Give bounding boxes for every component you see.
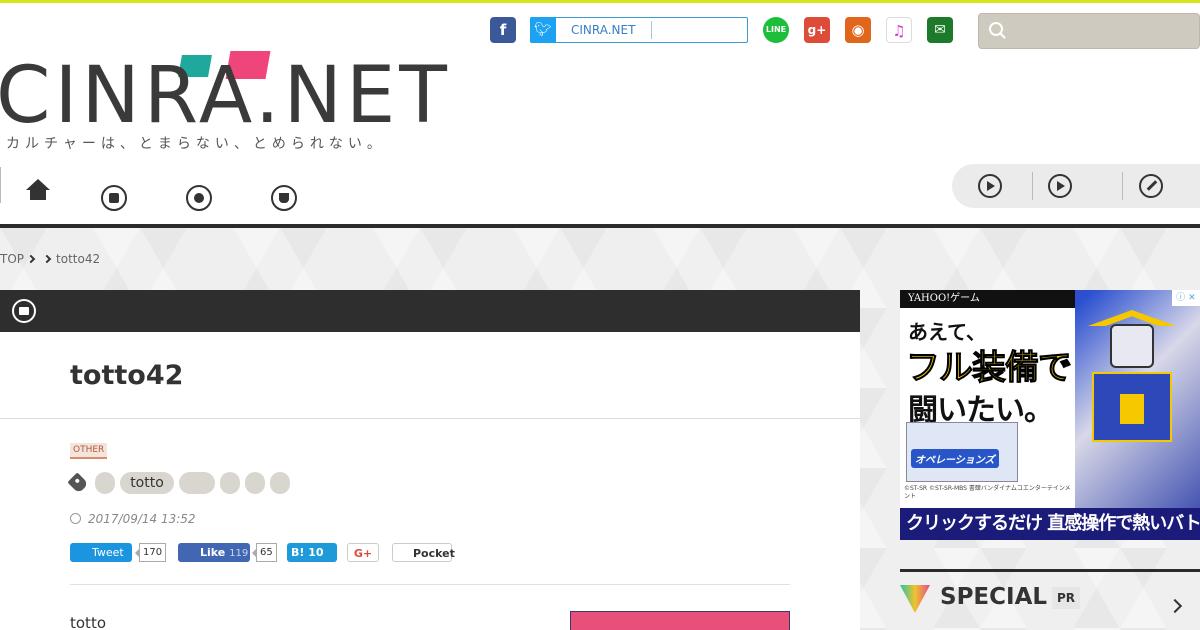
- sub-nav: [952, 164, 1200, 208]
- edit-icon[interactable]: [1139, 174, 1163, 198]
- itunes-icon[interactable]: ♫: [886, 17, 912, 43]
- ad-copyright: ©ST-SR ©ST-SR-MBS 書肆バンダイナムコエンターテインメント: [904, 485, 1071, 500]
- special-top-bar: [900, 569, 1200, 572]
- clock-icon: [70, 513, 81, 524]
- tweet-button[interactable]: Tweet: [70, 543, 132, 562]
- tag-item[interactable]: [245, 472, 265, 494]
- twitter-icon: 🐦︎: [530, 17, 556, 43]
- site-logo[interactable]: CINRA.NET カルチャーは、とまらない、とめられない。: [0, 51, 447, 161]
- logo-text: CINRA.NET: [0, 51, 451, 141]
- gplus-label: G+: [353, 547, 373, 560]
- hatena-count: 10: [308, 546, 324, 559]
- title-divider: [0, 418, 860, 419]
- breadcrumb-current: totto42: [56, 252, 101, 266]
- sub-nav-separator: [1032, 172, 1033, 200]
- hatena-label: B!: [291, 546, 305, 559]
- twitter-separator: [651, 21, 652, 39]
- facebook-icon[interactable]: f: [490, 17, 516, 43]
- tag-icon: [67, 472, 89, 494]
- ad-cta: クリックするだけ 直感操作で熱いバトル!≫: [900, 508, 1200, 540]
- facebook-like-button[interactable]: Like 119: [178, 543, 250, 562]
- pr-badge: PR: [1052, 587, 1081, 609]
- tag-item[interactable]: [95, 472, 115, 494]
- tag-item[interactable]: [220, 472, 240, 494]
- ad-banner[interactable]: YAHOO!ゲーム あえて、 フル装備で 闘いたい。 オペレーションズ ©ST-…: [900, 290, 1200, 540]
- google-plus-icon[interactable]: g+: [804, 17, 830, 43]
- ad-headline-2: フル装備で: [906, 348, 1073, 389]
- search-box[interactable]: [978, 13, 1200, 49]
- play-icon[interactable]: [978, 174, 1002, 198]
- section-header-bar: [0, 290, 860, 332]
- like-count-inline: 119: [229, 548, 249, 559]
- twitter-follow-button[interactable]: 🐦︎ CINRA.NET: [530, 17, 748, 43]
- publish-date: 2017/09/14 13:52: [70, 512, 196, 526]
- ad-provider: YAHOO!ゲーム: [900, 290, 1075, 308]
- line-icon[interactable]: LINE: [763, 17, 789, 43]
- category-badge[interactable]: OTHER: [70, 443, 108, 459]
- google-plus-button[interactable]: G+: [347, 543, 379, 562]
- news-icon[interactable]: [101, 185, 127, 211]
- chevron-right-icon: [42, 254, 52, 264]
- special-logo-icon: [900, 585, 930, 613]
- sub-nav-separator: [1122, 172, 1123, 200]
- article: totto42 OTHER totto 2017/09/14 13:52 Twe…: [0, 332, 860, 630]
- content-divider: [70, 584, 790, 585]
- special-section-header[interactable]: SPECIAL PR: [900, 569, 1200, 630]
- ad-robot-image: [1082, 310, 1182, 490]
- ad-text-panel: YAHOO!ゲーム あえて、 フル装備で 闘いたい。 オペレーションズ ©ST-…: [900, 290, 1075, 512]
- special-label: SPECIAL: [940, 584, 1048, 610]
- pocket-button[interactable]: Pocket: [392, 543, 455, 562]
- search-icon: [989, 22, 1003, 36]
- mail-icon[interactable]: ✉: [927, 17, 953, 43]
- article-image: [570, 611, 790, 630]
- tag-item[interactable]: totto: [120, 472, 174, 494]
- hatena-button[interactable]: B! 10: [287, 543, 337, 562]
- breadcrumb-top-link[interactable]: TOP: [0, 252, 24, 266]
- like-count: 65: [252, 543, 277, 562]
- tweet-count: 170: [134, 543, 167, 562]
- nav-divider: [0, 167, 1, 203]
- tag-item[interactable]: [270, 472, 290, 494]
- ad-game-title: オペレーションズ: [911, 449, 999, 468]
- chevron-right-icon: [26, 254, 36, 264]
- tweet-label: Tweet: [92, 546, 124, 559]
- like-label: Like: [200, 546, 226, 559]
- logo-tagline: カルチャーは、とまらない、とめられない。: [6, 136, 386, 152]
- home-icon[interactable]: [26, 179, 50, 201]
- site-header: CINRA.NET カルチャーは、とまらない、とめられない。 f 🐦︎ CINR…: [0, 3, 1200, 226]
- news-icon: [12, 299, 36, 323]
- tag-item[interactable]: [179, 472, 215, 494]
- chevron-right-icon[interactable]: [1167, 598, 1183, 614]
- play-alt-icon[interactable]: [1048, 174, 1072, 198]
- article-body: totto: [70, 614, 106, 630]
- publish-date-text: 2017/09/14 13:52: [88, 512, 196, 526]
- rss-icon[interactable]: ◉: [845, 17, 871, 43]
- shop-icon[interactable]: [271, 185, 297, 211]
- ad-close-icon[interactable]: ⓘ ✕: [1172, 290, 1200, 306]
- breadcrumb: TOP totto42: [0, 252, 100, 266]
- twitter-follow-label: CINRA.NET: [571, 23, 636, 37]
- page-title: totto42: [70, 360, 184, 391]
- people-icon[interactable]: [186, 185, 212, 211]
- ad-game-logo: オペレーションズ: [906, 422, 1018, 482]
- pocket-label: Pocket: [413, 547, 455, 560]
